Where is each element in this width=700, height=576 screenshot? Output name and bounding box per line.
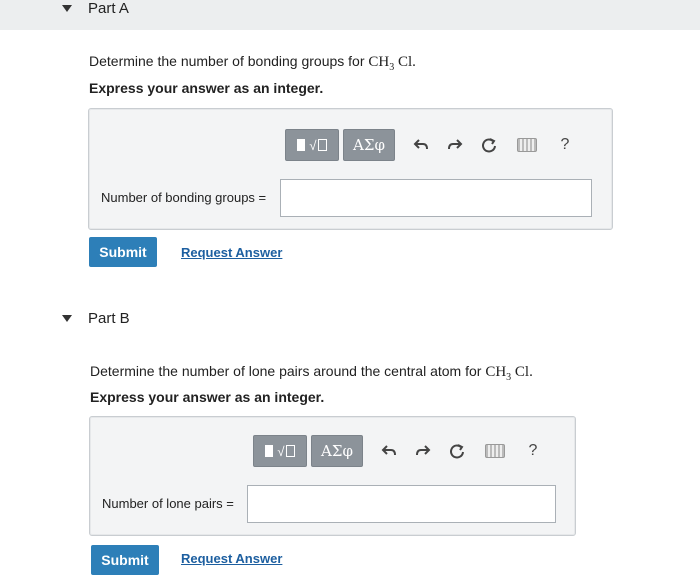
part-b-answer-box: √ ΑΣφ ? Number of lone pairs = [89,416,576,536]
part-a-header[interactable]: Part A [62,0,129,17]
math-toolbar: √ ΑΣφ ? [285,129,575,161]
greek-symbols-button[interactable]: ΑΣφ [311,435,363,467]
undo-icon[interactable] [379,441,399,461]
collapse-arrow-icon[interactable] [62,5,72,12]
sqrt-icon: √ [277,444,295,459]
chemical-formula: CH3 Cl. [368,54,416,73]
redo-icon[interactable] [413,441,433,461]
templates-button[interactable]: √ [285,129,339,161]
undo-icon[interactable] [411,135,431,155]
filled-square-icon [297,139,306,151]
lone-pairs-label: Number of lone pairs = [102,496,234,511]
question-text: Determine the number of lone pairs aroun… [90,363,486,379]
reset-icon[interactable] [479,135,499,155]
part-a-submit-button[interactable]: Submit [89,237,157,267]
part-b-submit-button[interactable]: Submit [91,545,159,575]
keyboard-icon[interactable] [485,441,505,461]
math-toolbar: √ ΑΣφ ? [253,435,543,467]
lone-pairs-input[interactable] [247,485,556,523]
part-a-instruction: Express your answer as an integer. [89,80,324,96]
filled-square-icon [265,445,274,457]
redo-icon[interactable] [445,135,465,155]
part-a-question: Determine the number of bonding groups f… [89,53,416,73]
bonding-groups-label: Number of bonding groups = [101,190,267,205]
help-icon[interactable]: ? [555,135,575,155]
part-b-question: Determine the number of lone pairs aroun… [90,363,533,383]
keyboard-icon[interactable] [517,135,537,155]
part-a-title: Part A [88,0,129,17]
help-icon[interactable]: ? [523,441,543,461]
templates-button[interactable]: √ [253,435,307,467]
part-b-instruction: Express your answer as an integer. [90,389,325,405]
reset-icon[interactable] [447,441,467,461]
bonding-groups-input[interactable] [280,179,592,217]
part-a-request-answer-link[interactable]: Request Answer [181,245,282,260]
sqrt-icon: √ [309,138,327,153]
collapse-arrow-icon[interactable] [62,315,72,322]
part-b-header[interactable]: Part B [62,310,130,327]
part-b-request-answer-link[interactable]: Request Answer [181,551,282,566]
part-a-answer-box: √ ΑΣφ ? Number of bonding groups = [88,108,613,230]
part-b-title: Part B [88,310,130,327]
greek-symbols-button[interactable]: ΑΣφ [343,129,395,161]
question-text: Determine the number of bonding groups f… [89,53,369,69]
chemical-formula: CH3 Cl. [485,364,533,383]
